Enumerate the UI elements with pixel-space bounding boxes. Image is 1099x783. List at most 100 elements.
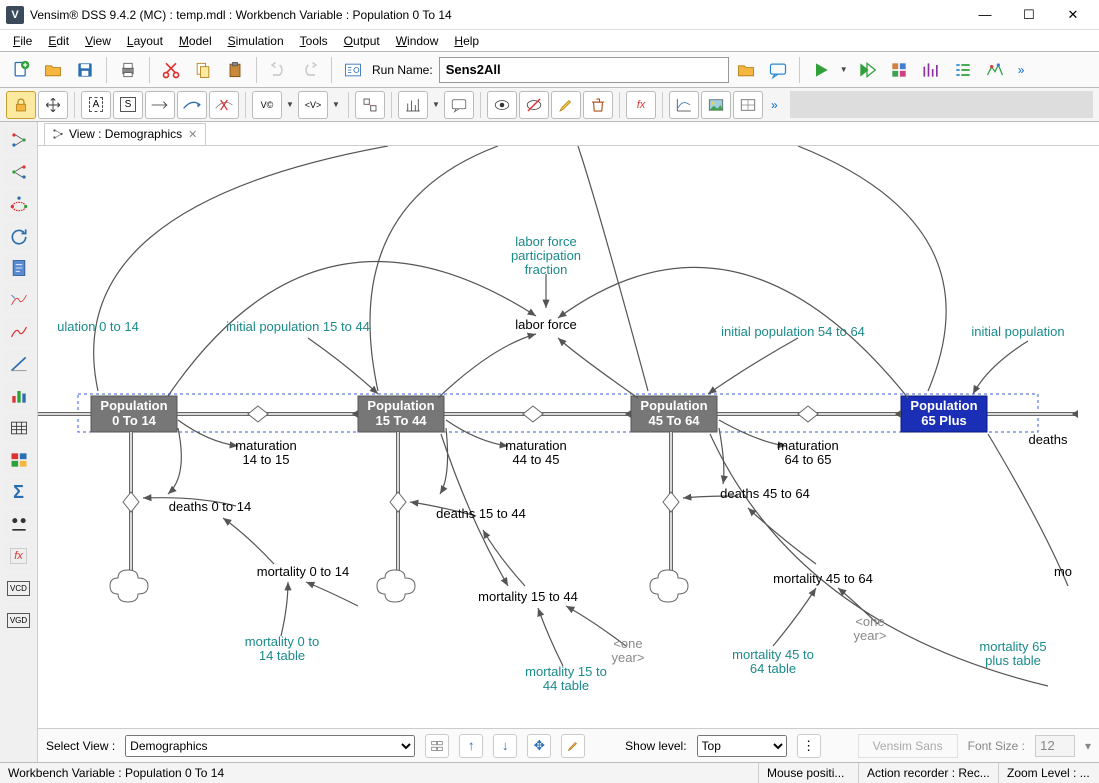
trash-tool[interactable] bbox=[583, 91, 613, 119]
loops-button[interactable] bbox=[4, 190, 34, 218]
var-mort45t[interactable]: mortality 45 to64 table bbox=[732, 647, 814, 676]
tab-close-button[interactable]: ✕ bbox=[186, 128, 199, 141]
stock-tool[interactable]: S bbox=[113, 91, 143, 119]
flow-tool[interactable] bbox=[145, 91, 175, 119]
merge-tool[interactable] bbox=[355, 91, 385, 119]
toolbar2-overflow[interactable]: » bbox=[765, 98, 784, 112]
comment-tool[interactable] bbox=[444, 91, 474, 119]
menu-edit[interactable]: Edit bbox=[41, 32, 76, 50]
close-button[interactable]: ✕ bbox=[1051, 1, 1095, 29]
select-view-dropdown[interactable]: Demographics bbox=[125, 735, 415, 757]
var-oneyr[interactable]: <oneyear> bbox=[612, 636, 645, 665]
diagram-canvas[interactable]: Population 0 To 14 Population 15 To 44 P… bbox=[38, 146, 1099, 728]
var-ulation[interactable]: ulation 0 to 14 bbox=[57, 319, 139, 334]
var-m14[interactable]: maturation14 to 15 bbox=[235, 438, 296, 467]
map-tool[interactable] bbox=[733, 91, 763, 119]
tree-uses-button[interactable] bbox=[4, 158, 34, 186]
var-mort15[interactable]: mortality 15 to 44 bbox=[478, 589, 578, 604]
table-button[interactable] bbox=[4, 414, 34, 442]
causes-strip-button[interactable] bbox=[4, 286, 34, 314]
var-lfpf[interactable]: labor forceparticipationfraction bbox=[511, 234, 581, 277]
minimize-button[interactable]: — bbox=[963, 1, 1007, 29]
open-button[interactable] bbox=[38, 55, 68, 85]
menu-help[interactable]: Help bbox=[447, 32, 486, 50]
run-sim-button[interactable] bbox=[806, 55, 836, 85]
stock-pop65[interactable]: Population 65 Plus bbox=[901, 396, 987, 432]
var-d45[interactable]: deaths 45 to 64 bbox=[720, 486, 810, 501]
nav-home-button[interactable]: ✥ bbox=[527, 734, 551, 758]
control-panel-button[interactable] bbox=[338, 55, 368, 85]
variable-tool[interactable]: A bbox=[81, 91, 111, 119]
highlight-tool[interactable] bbox=[551, 91, 581, 119]
var-labor-force[interactable]: labor force bbox=[515, 317, 576, 332]
var-d0[interactable]: deaths 0 to 14 bbox=[169, 499, 251, 514]
equation-tool[interactable]: fx bbox=[626, 91, 656, 119]
sensitivity-button[interactable] bbox=[916, 55, 946, 85]
lock-tool[interactable] bbox=[6, 91, 36, 119]
stock-pop0[interactable]: Population 0 To 14 bbox=[91, 396, 177, 432]
mcmc-button[interactable] bbox=[980, 55, 1010, 85]
runs-compare-button[interactable] bbox=[4, 446, 34, 474]
stock-pop15[interactable]: Population 15 To 44 bbox=[358, 396, 444, 432]
run-name-input[interactable] bbox=[439, 57, 729, 83]
var-mort45[interactable]: mortality 45 to 64 bbox=[773, 571, 873, 586]
view-list-button[interactable] bbox=[425, 734, 449, 758]
font-size-input[interactable] bbox=[1035, 735, 1075, 757]
units-button[interactable] bbox=[4, 510, 34, 538]
cut-button[interactable] bbox=[156, 55, 186, 85]
synthesim-button[interactable] bbox=[852, 55, 882, 85]
vcd-button[interactable]: VCD bbox=[4, 574, 34, 602]
paste-button[interactable] bbox=[220, 55, 250, 85]
vgd-button[interactable]: VGD bbox=[4, 606, 34, 634]
hide-tool[interactable] bbox=[519, 91, 549, 119]
reality-check-button[interactable] bbox=[884, 55, 914, 85]
var-init65[interactable]: initial population bbox=[971, 324, 1064, 339]
show-level-dropdown[interactable]: Top bbox=[697, 735, 787, 757]
var-mort0[interactable]: mortality 0 to 14 bbox=[257, 564, 350, 579]
menu-layout[interactable]: Layout bbox=[120, 32, 170, 50]
graph-button[interactable] bbox=[4, 318, 34, 346]
var-mort0t[interactable]: mortality 0 to14 table bbox=[245, 634, 319, 663]
fx-button[interactable]: fx bbox=[4, 542, 34, 570]
bar-button[interactable] bbox=[4, 382, 34, 410]
nav-down-button[interactable]: ↓ bbox=[493, 734, 517, 758]
font-name-display[interactable]: Vensim Sans bbox=[858, 734, 958, 758]
vconst-tool[interactable]: V© bbox=[252, 91, 282, 119]
comment-button[interactable] bbox=[763, 55, 793, 85]
refmode-tool[interactable] bbox=[669, 91, 699, 119]
print-button[interactable] bbox=[113, 55, 143, 85]
move-tool[interactable] bbox=[38, 91, 68, 119]
menu-tools[interactable]: Tools bbox=[293, 32, 335, 50]
shadow-dd[interactable]: ▼ bbox=[330, 90, 342, 120]
maximize-button[interactable]: ☐ bbox=[1007, 1, 1051, 29]
stock-pop45[interactable]: Population 45 To 64 bbox=[631, 396, 717, 432]
var-init54[interactable]: initial population 54 to 64 bbox=[721, 324, 865, 339]
optimize-button[interactable] bbox=[948, 55, 978, 85]
undo-button[interactable] bbox=[263, 55, 293, 85]
menu-model[interactable]: Model bbox=[172, 32, 219, 50]
loop-button[interactable] bbox=[4, 222, 34, 250]
menu-output[interactable]: Output bbox=[337, 32, 387, 50]
io-dd[interactable]: ▼ bbox=[430, 90, 442, 120]
var-mort15t[interactable]: mortality 15 to44 table bbox=[525, 664, 607, 693]
menu-view[interactable]: View bbox=[78, 32, 118, 50]
var-mort65t[interactable]: mortality 65plus table bbox=[979, 639, 1046, 668]
arrow-tool[interactable] bbox=[177, 91, 207, 119]
doc-button[interactable] bbox=[4, 254, 34, 282]
browse-run-button[interactable] bbox=[731, 55, 761, 85]
tree-causes-button[interactable] bbox=[4, 126, 34, 154]
io-tool[interactable] bbox=[398, 91, 428, 119]
menu-simulation[interactable]: Simulation bbox=[221, 32, 291, 50]
image-tool[interactable] bbox=[701, 91, 731, 119]
menu-window[interactable]: Window bbox=[389, 32, 446, 50]
trend-button[interactable] bbox=[4, 350, 34, 378]
level-config-button[interactable]: ⋮ bbox=[797, 734, 821, 758]
toolbar-overflow[interactable]: » bbox=[1012, 63, 1031, 77]
delete-link-tool[interactable] bbox=[209, 91, 239, 119]
vconst-dd[interactable]: ▼ bbox=[284, 90, 296, 120]
var-init15[interactable]: initial population 15 to 44 bbox=[226, 319, 370, 334]
var-mo[interactable]: mo bbox=[1054, 564, 1072, 579]
shadow-var-tool[interactable]: <V> bbox=[298, 91, 328, 119]
menu-file[interactable]: File bbox=[6, 32, 39, 50]
nav-up-button[interactable]: ↑ bbox=[459, 734, 483, 758]
